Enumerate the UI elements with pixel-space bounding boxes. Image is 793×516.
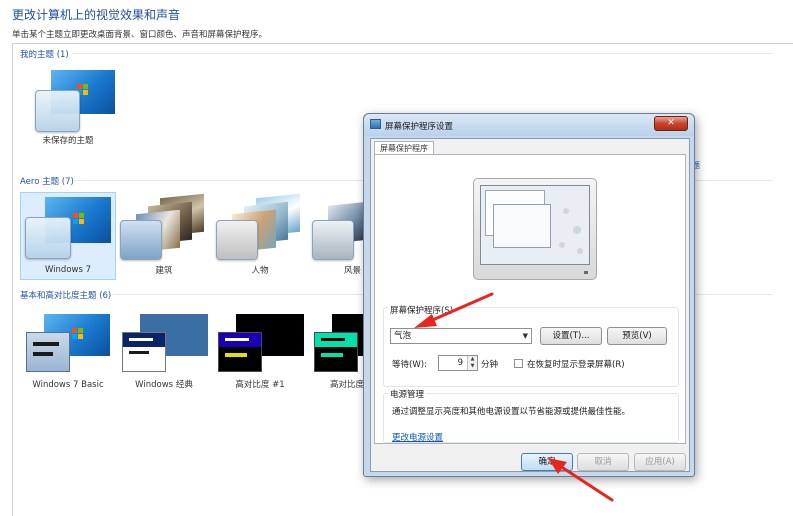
resume-logon-checkbox[interactable] [514,359,523,368]
monitor-led [584,271,588,274]
preview-window [493,204,551,248]
theme-thumbnail [24,310,114,380]
theme-label: Windows 经典 [135,380,193,390]
bubble-icon [563,208,569,214]
preview-button[interactable]: 预览(V) [607,327,667,345]
close-button[interactable]: ✕ [654,116,688,131]
theme-thumbnail [35,70,115,140]
theme-label: 建筑 [155,266,173,276]
tab-page-screensaver: 屏幕保护程序(S) 气泡 ▼ 设置(T)... 预览(V) 等待(W): 9 ▲… [374,154,686,444]
screensaver-group [383,307,679,387]
window-color-swatch [122,332,166,372]
chevron-down-icon: ▼ [522,332,528,340]
resume-logon-label: 在恢复时显示登录屏幕(R) [527,360,625,370]
group-title-aero[interactable]: Aero 主题 (7) [20,175,74,187]
theme-thumbnail [25,197,115,267]
window-color-swatch [312,220,354,260]
window-color-swatch [314,332,358,372]
wait-minutes-value: 9 [457,358,463,368]
apply-button[interactable]: 应用(A) [634,453,686,471]
cancel-button[interactable]: 取消 [577,453,629,471]
window-color-swatch [25,217,71,259]
dialog-titlebar[interactable]: 屏幕保护程序设置 ✕ [364,114,694,136]
theme-label: Windows 7 Basic [32,380,104,390]
page-description: 单击某个主题立即更改桌面背景、窗口颜色、声音和屏幕保护程序。 [12,30,268,40]
theme-item-characters[interactable]: 人物 [212,192,308,280]
theme-item-architecture[interactable]: 建筑 [116,192,212,280]
preview-screen [480,185,590,265]
stepper-arrows-icon[interactable]: ▲ ▼ [467,356,477,370]
window-color-swatch [216,220,258,260]
group-divider [73,53,773,54]
theme-item-windows-classic[interactable]: Windows 经典 [116,306,212,394]
theme-item-high-contrast-2[interactable]: 高对比度 [308,306,364,394]
ok-button[interactable]: 确定 [521,453,573,471]
screensaver-select-value: 气泡 [394,331,412,341]
theme-thumbnail [312,310,364,380]
screensaver-section-label: 屏幕保护程序(S) [388,304,456,316]
theme-item-windows7-basic[interactable]: Windows 7 Basic [20,306,116,394]
theme-thumbnail [216,310,306,380]
theme-thumbnail [120,310,210,380]
window-color-swatch [26,332,70,372]
windows-logo-icon [73,213,85,225]
close-icon: ✕ [667,118,675,128]
preview-monitor [473,178,597,280]
theme-label: 未保存的主题 [42,136,94,146]
group-title-basic[interactable]: 基本和高对比度主题 (6) [20,289,111,301]
wait-unit-label: 分钟 [481,360,499,370]
page-title: 更改计算机上的视觉效果和声音 [12,8,181,22]
settings-button[interactable]: 设置(T)... [540,327,602,345]
dialog-title: 屏幕保护程序设置 [385,122,454,132]
wait-minutes-stepper[interactable]: 9 ▲ ▼ [438,355,478,371]
theme-label: 高对比度 #1 [235,380,285,390]
theme-label: Windows 7 [44,265,92,275]
screensaver-select[interactable]: 气泡 ▼ [390,328,532,344]
power-section-label: 电源管理 [388,388,427,400]
power-description: 通过调整显示亮度和其他电源设置以节省能源或提供最佳性能。 [392,407,631,417]
dialog-body: 屏幕保护程序 屏幕保护程序(S) 气泡 ▼ 设置(T)... 预览(V) 等待(… [370,138,690,472]
theme-thumbnail [120,193,210,266]
screensaver-settings-dialog: 屏幕保护程序设置 ✕ 屏幕保护程序 屏幕保护程序(S) 气泡 ▼ 设置(T)..… [363,113,695,477]
theme-item-landscapes[interactable]: 风景 [308,192,364,280]
window-color-swatch [35,90,80,132]
windows-logo-icon [72,328,84,340]
tab-screensaver[interactable]: 屏幕保护程序 [374,141,434,155]
monitor-icon [370,119,381,129]
window-color-swatch [218,332,262,372]
personalization-window: 更改计算机上的视觉效果和声音 单击某个主题立即更改桌面背景、窗口颜色、声音和屏幕… [0,0,793,516]
theme-item-unsaved[interactable]: 未保存的主题 [20,62,116,150]
change-power-settings-link[interactable]: 更改电源设置 [392,431,443,443]
theme-item-high-contrast-1[interactable]: 高对比度 #1 [212,306,308,394]
bubble-icon [559,242,565,248]
group-title-my-themes[interactable]: 我的主题 (1) [20,48,69,60]
bubble-icon [573,226,581,234]
theme-item-windows7[interactable]: Windows 7 [20,192,116,280]
theme-thumbnail [312,196,364,266]
wait-label: 等待(W): [392,360,427,370]
bubble-icon [577,248,583,254]
theme-thumbnail [216,193,306,266]
theme-label: 人物 [251,266,269,276]
window-color-swatch [120,220,162,260]
